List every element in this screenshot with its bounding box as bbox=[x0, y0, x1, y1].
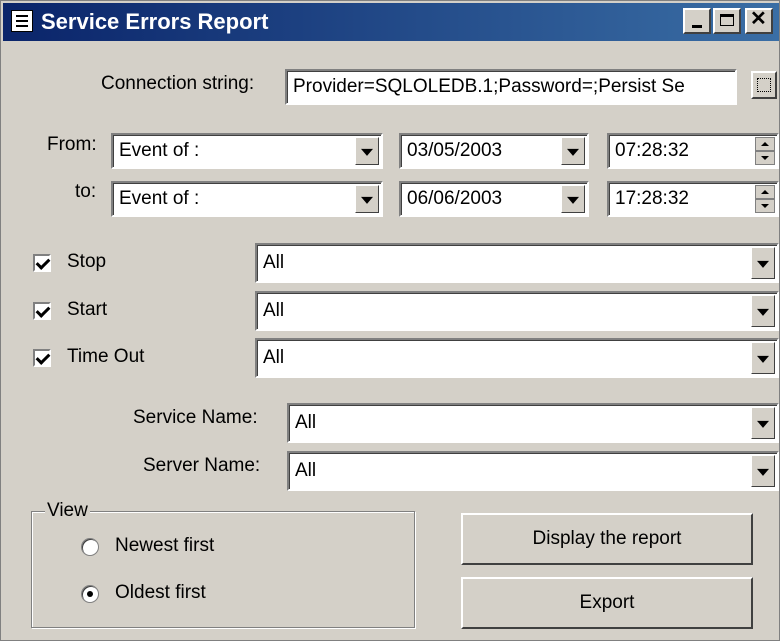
time-out-filter-value: All bbox=[263, 347, 285, 368]
connection-string-input[interactable]: Provider=SQLOLEDB.1;Password=;Persist Se bbox=[285, 69, 737, 105]
to-event-select[interactable]: Event of : bbox=[111, 181, 383, 217]
start-label: Start bbox=[67, 299, 108, 320]
to-time-spinner[interactable]: 17:28:32 bbox=[607, 181, 779, 217]
time-out-label: Time Out bbox=[67, 346, 145, 367]
start-filter-value: All bbox=[263, 300, 285, 321]
server-name-label: Server Name: bbox=[143, 455, 261, 476]
time-spin-buttons[interactable] bbox=[755, 137, 775, 165]
export-button[interactable]: Export bbox=[461, 577, 753, 629]
service-errors-report-window: Service Errors Report ✕ Connection strin… bbox=[0, 0, 780, 641]
spin-down-icon[interactable] bbox=[755, 151, 775, 165]
from-event-select[interactable]: Event of : bbox=[111, 133, 383, 169]
chevron-down-icon[interactable] bbox=[751, 455, 775, 487]
close-icon: ✕ bbox=[750, 8, 767, 30]
chevron-down-icon[interactable] bbox=[355, 137, 379, 165]
time-spin-buttons[interactable] bbox=[755, 185, 775, 213]
time-out-filter-select[interactable]: All bbox=[255, 338, 779, 378]
title-bar[interactable]: Service Errors Report ✕ bbox=[3, 3, 779, 41]
minimize-icon bbox=[692, 25, 702, 28]
service-name-label: Service Name: bbox=[133, 407, 258, 428]
stop-label: Stop bbox=[67, 251, 107, 272]
to-date-picker[interactable]: 06/06/2003 bbox=[399, 181, 589, 217]
oldest-first-label: Oldest first bbox=[115, 582, 206, 603]
from-event-value: Event of : bbox=[119, 140, 200, 161]
stop-checkbox[interactable] bbox=[33, 254, 51, 272]
chevron-down-icon[interactable] bbox=[751, 407, 775, 439]
from-date-picker[interactable]: 03/05/2003 bbox=[399, 133, 589, 169]
browse-connection-button[interactable] bbox=[751, 71, 777, 99]
stop-filter-value: All bbox=[263, 252, 285, 273]
spin-up-icon[interactable] bbox=[755, 185, 775, 199]
newest-first-radio[interactable] bbox=[81, 538, 99, 556]
service-name-select[interactable]: All bbox=[287, 403, 779, 443]
to-event-value: Event of : bbox=[119, 188, 200, 209]
oldest-first-radio[interactable] bbox=[81, 585, 99, 603]
chevron-down-icon[interactable] bbox=[561, 185, 585, 213]
start-checkbox[interactable] bbox=[33, 302, 51, 320]
view-group-label: View bbox=[45, 500, 90, 522]
to-label: to: bbox=[75, 181, 97, 202]
chevron-down-icon[interactable] bbox=[561, 137, 585, 165]
stop-filter-select[interactable]: All bbox=[255, 243, 779, 283]
spin-up-icon[interactable] bbox=[755, 137, 775, 151]
minimize-button[interactable] bbox=[683, 8, 711, 34]
chevron-down-icon[interactable] bbox=[751, 295, 775, 327]
display-report-button[interactable]: Display the report bbox=[461, 513, 753, 565]
window-title: Service Errors Report bbox=[41, 9, 269, 34]
chevron-down-icon[interactable] bbox=[751, 342, 775, 374]
from-time-value: 07:28:32 bbox=[615, 140, 689, 161]
connection-string-value: Provider=SQLOLEDB.1;Password=;Persist Se bbox=[293, 76, 685, 97]
from-date-value: 03/05/2003 bbox=[407, 140, 503, 161]
newest-first-label: Newest first bbox=[115, 535, 215, 556]
to-time-value: 17:28:32 bbox=[615, 188, 689, 209]
window-menu-icon[interactable] bbox=[11, 10, 33, 32]
time-out-checkbox[interactable] bbox=[33, 349, 51, 367]
view-groupbox bbox=[31, 511, 415, 628]
server-name-value: All bbox=[295, 460, 317, 481]
export-label: Export bbox=[579, 592, 635, 613]
service-name-value: All bbox=[295, 412, 317, 433]
connection-string-label: Connection string: bbox=[101, 73, 255, 94]
display-report-label: Display the report bbox=[532, 528, 682, 549]
server-name-select[interactable]: All bbox=[287, 451, 779, 491]
start-filter-select[interactable]: All bbox=[255, 291, 779, 331]
spin-down-icon[interactable] bbox=[755, 199, 775, 213]
maximize-button[interactable] bbox=[713, 8, 741, 34]
close-button[interactable]: ✕ bbox=[745, 8, 773, 34]
maximize-icon bbox=[720, 14, 734, 26]
to-date-value: 06/06/2003 bbox=[407, 188, 503, 209]
chevron-down-icon[interactable] bbox=[355, 185, 379, 213]
chevron-down-icon[interactable] bbox=[751, 247, 775, 279]
from-label: From: bbox=[47, 134, 97, 155]
from-time-spinner[interactable]: 07:28:32 bbox=[607, 133, 779, 169]
